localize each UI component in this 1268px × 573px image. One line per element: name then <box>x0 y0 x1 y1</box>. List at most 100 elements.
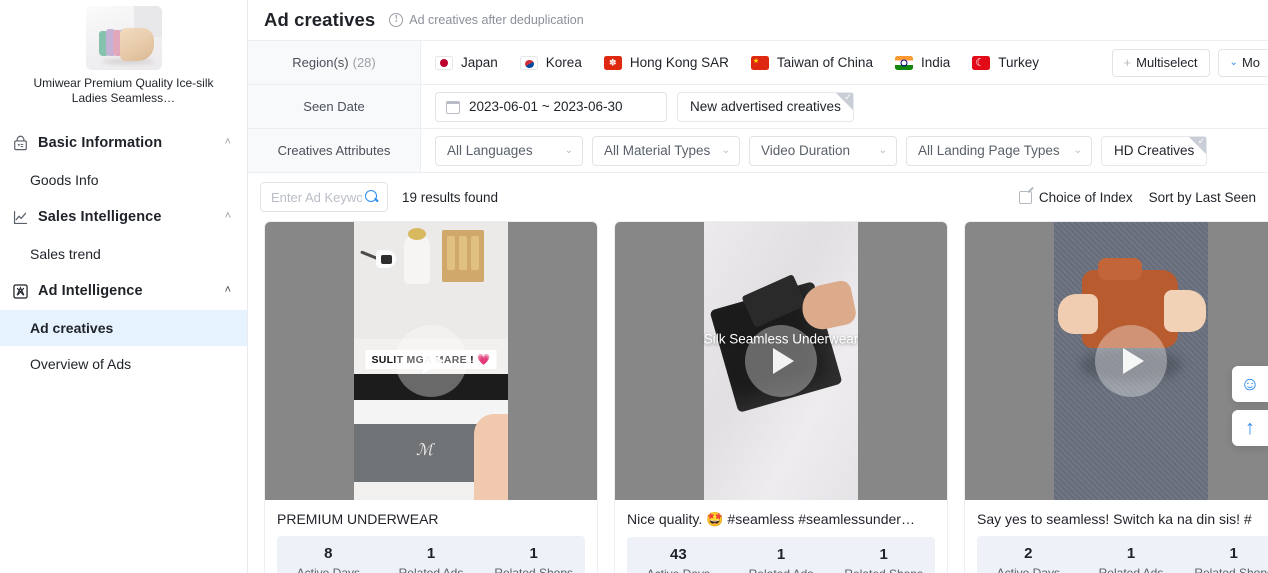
stat-related-shops: 1 Related Shops <box>482 545 585 573</box>
play-icon[interactable] <box>1095 325 1167 397</box>
date-range-picker[interactable]: 2023-06-01 ~ 2023-06-30 <box>435 91 667 122</box>
stat-related-shops: 1 Related Shops <box>1182 545 1268 573</box>
select-video-duration[interactable]: Video Duration ⌄ <box>749 135 897 166</box>
chevron-down-icon: ⌄ <box>878 145 887 156</box>
choice-of-index-button[interactable]: Choice of Index <box>1009 183 1143 211</box>
select-landing-page-types[interactable]: All Landing Page Types ⌄ <box>906 135 1092 166</box>
check-corner-icon <box>835 92 853 110</box>
stat-related-shops: 1 Related Shops <box>832 546 935 573</box>
play-icon[interactable] <box>395 325 467 397</box>
stat-label: Related Shops <box>494 566 574 573</box>
filter-label-seen-date: Seen Date <box>248 85 421 128</box>
filter-row-seen-date: Seen Date 2023-06-01 ~ 2023-06-30 New ad… <box>248 85 1268 129</box>
stat-value: 43 <box>669 546 687 563</box>
stat-value: 1 <box>776 546 786 563</box>
sidebar-item-label: Ad creatives <box>30 320 114 336</box>
chevron-up-icon[interactable]: ˄ <box>225 136 231 148</box>
floating-actions: ☺ ↑ <box>1232 366 1268 446</box>
check-corner-icon <box>1189 136 1207 154</box>
sidebar-item-sales-trend[interactable]: Sales trend <box>0 236 247 272</box>
stat-related-ads: 1 Related Ads <box>730 546 833 573</box>
sidebar-group-sales-intelligence[interactable]: Sales Intelligence ˄ <box>0 198 247 236</box>
region-label: Hong Kong SAR <box>629 55 729 70</box>
creative-card[interactable]: Say yes to seamless! Switch ka na din si… <box>964 221 1268 573</box>
multiselect-button[interactable]: + Multiselect <box>1111 48 1210 77</box>
flag-japan-icon <box>435 55 453 70</box>
select-value: Video Duration <box>761 143 851 158</box>
creative-card[interactable]: Silk Seamless Underwear Nice quality. 🤩 … <box>614 221 948 573</box>
sidebar-group-ad-intelligence[interactable]: Ad Intelligence ˄ <box>0 272 247 310</box>
region-option-hong-kong-sar[interactable]: Hong Kong SAR <box>603 55 729 70</box>
search-box[interactable] <box>260 182 388 212</box>
results-toolbar: 19 results found Choice of Index Sort by… <box>248 173 1268 221</box>
creative-stats: 8 Active Days 1 Related Ads 1 Related Sh… <box>277 536 585 573</box>
play-icon[interactable] <box>745 325 817 397</box>
stat-value: 8 <box>324 545 333 562</box>
region-option-taiwan-of-china[interactable]: Taiwan of China <box>750 55 873 70</box>
stat-label: Related Ads <box>398 566 464 573</box>
edit-square-icon <box>1018 190 1032 204</box>
region-label: Turkey <box>998 55 1039 70</box>
sort-by-selector[interactable]: Sort by Last Seen <box>1149 190 1256 205</box>
stat-label: Related Ads <box>1098 566 1164 573</box>
filter-body-regions: Japan Korea Hong Kong SAR Taiwan of Chin… <box>421 41 1268 84</box>
arrow-up-icon[interactable]: ↑ <box>1232 410 1268 446</box>
stat-label: Active Days <box>996 566 1061 573</box>
page-subtitle: ! Ad creatives after deduplication <box>389 13 584 27</box>
more-regions-button[interactable]: ⌄ Mo <box>1217 48 1268 77</box>
filter-row-creatives-attributes: Creatives Attributes All Languages ⌄ All… <box>248 129 1268 173</box>
region-option-korea[interactable]: Korea <box>519 55 582 70</box>
region-label: Japan <box>461 55 498 70</box>
select-languages[interactable]: All Languages ⌄ <box>435 135 583 166</box>
chat-glyph: ☺ <box>1240 373 1260 395</box>
stat-value: 1 <box>1229 545 1238 562</box>
flag-taiwan-icon <box>750 55 769 70</box>
sidebar-item-label: Sales trend <box>30 246 101 262</box>
sidebar-group-label: Basic Information <box>38 135 163 151</box>
select-value: All Languages <box>447 143 533 158</box>
calendar-icon <box>446 100 460 114</box>
stat-label: Active Days <box>627 567 730 573</box>
select-material-types[interactable]: All Material Types ⌄ <box>592 135 740 166</box>
stat-value: 2 <box>1024 545 1033 562</box>
creative-media[interactable]: Silk Seamless Underwear <box>615 222 947 500</box>
sidebar-item-ad-creatives[interactable]: Ad creatives <box>0 310 247 346</box>
chevron-up-icon[interactable]: ˄ <box>225 284 231 296</box>
filter-label-text: Region(s) <box>292 55 349 70</box>
stat-label: Related Ads <box>730 567 833 573</box>
creative-media[interactable]: ℳ SULIT MGA MARE ! 💗 <box>265 222 597 500</box>
chart-line-icon <box>10 207 30 227</box>
region-label: Korea <box>545 55 582 70</box>
region-option-japan[interactable]: Japan <box>435 55 498 70</box>
hd-creatives-tag[interactable]: HD Creatives <box>1101 135 1208 166</box>
chevron-down-icon: ⌄ <box>1073 145 1082 156</box>
region-option-turkey[interactable]: Turkey <box>972 55 1039 70</box>
creative-media[interactable] <box>965 222 1268 500</box>
sidebar-item-goods-info[interactable]: Goods Info <box>0 162 247 198</box>
sidebar-item-overview-of-ads[interactable]: Overview of Ads <box>0 346 247 382</box>
stat-active-days: 8 Active Days <box>277 545 380 573</box>
stat-value: 1 <box>1126 545 1136 562</box>
filter-label-regions: Region(s) (28) <box>248 41 421 84</box>
new-advertised-creatives-tag[interactable]: New advertised creatives <box>677 91 854 122</box>
creatives-grid: ℳ SULIT MGA MARE ! 💗 PREMIUM UNDERWEAR 8… <box>248 221 1268 573</box>
select-value: All Landing Page Types <box>918 143 1060 158</box>
main-content: Ad creatives ! Ad creatives after dedupl… <box>248 0 1268 573</box>
filter-row-regions: Region(s) (28) Japan Korea Hong Kong SAR <box>248 41 1268 85</box>
chat-bubble-icon[interactable]: ☺ <box>1232 366 1268 402</box>
search-input[interactable] <box>271 189 362 205</box>
creative-stats: 43 Active Days 1 Related Ads 1 Related S… <box>627 537 935 573</box>
stat-value: 1 <box>426 545 436 562</box>
stat-label: Active Days <box>296 566 361 573</box>
region-option-india[interactable]: India <box>894 55 951 70</box>
chevron-down-icon: ⌄ <box>564 145 573 156</box>
creative-card[interactable]: ℳ SULIT MGA MARE ! 💗 PREMIUM UNDERWEAR 8… <box>264 221 598 573</box>
info-circle-icon: ! <box>389 13 404 27</box>
search-icon[interactable] <box>365 190 379 204</box>
sidebar-group-label: Sales Intelligence <box>38 209 162 225</box>
multiselect-label: Multiselect <box>1136 55 1198 70</box>
sidebar-group-basic-information[interactable]: Basic Information ˄ <box>0 124 247 162</box>
chevron-up-icon[interactable]: ˄ <box>225 210 231 222</box>
region-label: India <box>920 55 951 70</box>
sidebar-nav: Basic Information ˄ Goods Info Sales Int… <box>0 118 247 382</box>
